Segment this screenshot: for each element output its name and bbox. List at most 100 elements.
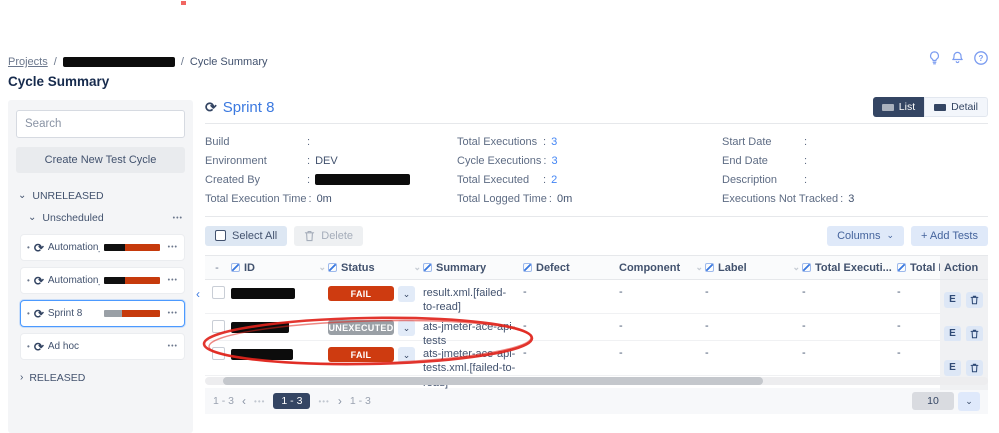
chevron-down-icon[interactable]: ⌄	[18, 191, 26, 201]
chevron-down-icon[interactable]: ⌄	[28, 213, 36, 223]
breadcrumb-separator: /	[180, 56, 184, 68]
header-component[interactable]: Component ⌄	[619, 262, 705, 274]
info-label: End Date	[722, 154, 768, 167]
sidebar-item-sprint-8[interactable]: • ⟳ Sprint 8 •••	[20, 300, 185, 327]
redacted-test-id[interactable]	[231, 349, 293, 360]
redacted-test-id[interactable]	[231, 288, 295, 299]
create-new-test-cycle-button[interactable]: Create New Test Cycle	[16, 147, 185, 173]
header-summary[interactable]: Summary	[423, 262, 523, 274]
header-defect[interactable]: Defect	[523, 262, 619, 274]
sidebar-item-automation-1[interactable]: • ⟳ Automation_M... •••	[20, 234, 185, 261]
trash-icon	[305, 230, 315, 241]
table-row: FAIL ⌄ result.xml.[failed-to-read] - - -…	[205, 280, 988, 315]
search-input[interactable]	[25, 118, 179, 130]
header-id[interactable]: ID ⌄	[231, 262, 328, 274]
more-actions-icon[interactable]: •••	[168, 343, 178, 350]
more-actions-icon[interactable]: •••	[168, 310, 178, 317]
info-value: 3	[551, 135, 558, 148]
info-label: Total Logged Time	[457, 192, 547, 205]
header-total-lc[interactable]: Total Lc	[897, 262, 940, 274]
scrollbar-thumb[interactable]	[223, 377, 763, 385]
info-label: Total Executed	[457, 173, 530, 186]
edit-filter-icon[interactable]	[802, 263, 811, 272]
status-dropdown-button[interactable]: ⌄	[398, 347, 415, 363]
chevron-left-icon[interactable]: ‹	[242, 394, 246, 408]
row-checkbox[interactable]	[211, 286, 225, 299]
more-actions-icon[interactable]: •••	[173, 215, 183, 222]
list-view-label: List	[898, 101, 916, 113]
trash-icon	[970, 363, 979, 373]
help-icon[interactable]: ?	[973, 50, 989, 66]
page-size-dropdown-button[interactable]: ⌄	[958, 391, 980, 411]
summary-cell: result.xml.[failed-to-read]	[423, 287, 507, 314]
info-label: Executions Not Tracked	[722, 192, 839, 205]
status-badge[interactable]: UNEXECUTED	[328, 320, 394, 335]
component-cell: -	[619, 320, 623, 332]
redacted-test-id[interactable]	[231, 322, 289, 333]
sidebar-item-automation-2[interactable]: • ⟳ Automation_M... •••	[20, 267, 185, 294]
list-view-button[interactable]: List	[872, 97, 925, 117]
topbar-icons: ?	[927, 50, 989, 66]
horizontal-scrollbar[interactable]	[205, 377, 988, 385]
edit-filter-icon[interactable]	[231, 263, 240, 272]
execute-button[interactable]: E	[944, 325, 961, 342]
status-badge[interactable]: FAIL	[328, 347, 394, 362]
header-action: Action	[940, 256, 988, 279]
breadcrumb-separator: /	[53, 56, 57, 68]
row-checkbox[interactable]	[211, 320, 225, 333]
sidebar-collapse-icon[interactable]: ‹	[196, 287, 200, 301]
detail-view-button[interactable]: Detail	[924, 97, 988, 117]
info-value: 0m	[316, 192, 332, 205]
chevron-down-icon: ⌄	[402, 322, 411, 333]
status-badge[interactable]: FAIL	[328, 286, 394, 301]
notifications-bell-icon[interactable]	[950, 50, 965, 66]
page-size-select[interactable]: 10	[912, 392, 954, 410]
current-page-button[interactable]: 1 - 3	[273, 393, 311, 409]
chevron-down-icon[interactable]: ⌄	[792, 262, 800, 273]
edit-filter-icon[interactable]	[897, 263, 906, 272]
chevron-right-icon[interactable]: ›	[20, 373, 23, 383]
table-header-row: - ID ⌄ Status ⌄ Summary Defect Component ⌄ …	[205, 255, 988, 280]
status-progress-bar	[103, 310, 160, 317]
sidebar-item-ad-hoc[interactable]: • ⟳ Ad hoc •••	[20, 333, 185, 360]
edit-filter-icon[interactable]	[423, 263, 432, 272]
chevron-right-icon[interactable]: ›	[338, 394, 342, 408]
redacted-project-name	[62, 57, 175, 67]
edit-filter-icon[interactable]	[705, 263, 714, 272]
idea-bulb-icon[interactable]	[927, 50, 942, 66]
chevron-down-icon[interactable]: ⌄	[413, 262, 421, 273]
trash-icon	[970, 329, 979, 339]
bullet-icon: •	[27, 342, 30, 351]
tree-node-unreleased[interactable]: ⌄ UNRELEASED	[16, 186, 185, 206]
tree-node-released[interactable]: › RELEASED	[16, 368, 185, 388]
trash-icon	[970, 295, 979, 305]
delete-button[interactable]: Delete	[294, 225, 364, 246]
header-label[interactable]: Label ⌄	[705, 262, 802, 274]
header-status[interactable]: Status ⌄	[328, 262, 423, 274]
chevron-down-icon[interactable]: ⌄	[318, 262, 326, 273]
status-dropdown-button[interactable]: ⌄	[398, 320, 415, 336]
component-cell: -	[619, 286, 623, 298]
add-tests-button[interactable]: + Add Tests	[911, 225, 988, 246]
row-checkbox[interactable]	[211, 347, 225, 360]
select-all-button[interactable]: Select All	[205, 225, 288, 246]
delete-row-button[interactable]	[966, 291, 983, 308]
status-dropdown-button[interactable]: ⌄	[398, 286, 415, 302]
edit-filter-icon[interactable]	[523, 263, 532, 272]
more-actions-icon[interactable]: •••	[168, 277, 178, 284]
more-actions-icon[interactable]: •••	[168, 244, 178, 251]
cycle-icon: ⟳	[33, 273, 44, 288]
header-total-executions[interactable]: Total Executi...⌄	[802, 262, 897, 274]
breadcrumb-projects-link[interactable]: Projects	[8, 56, 48, 68]
cycle-search[interactable]	[16, 110, 185, 138]
tree-node-unscheduled[interactable]: ⌄ Unscheduled •••	[16, 208, 185, 228]
label-cell: -	[705, 286, 709, 298]
execute-button[interactable]: E	[944, 359, 961, 376]
execute-button[interactable]: E	[944, 291, 961, 308]
delete-row-button[interactable]	[966, 359, 983, 376]
columns-button[interactable]: Columns ⌄	[827, 225, 905, 246]
edit-filter-icon[interactable]	[328, 263, 337, 272]
total-executions-cell: -	[802, 320, 806, 332]
chevron-down-icon[interactable]: ⌄	[695, 262, 703, 273]
delete-row-button[interactable]	[966, 325, 983, 342]
